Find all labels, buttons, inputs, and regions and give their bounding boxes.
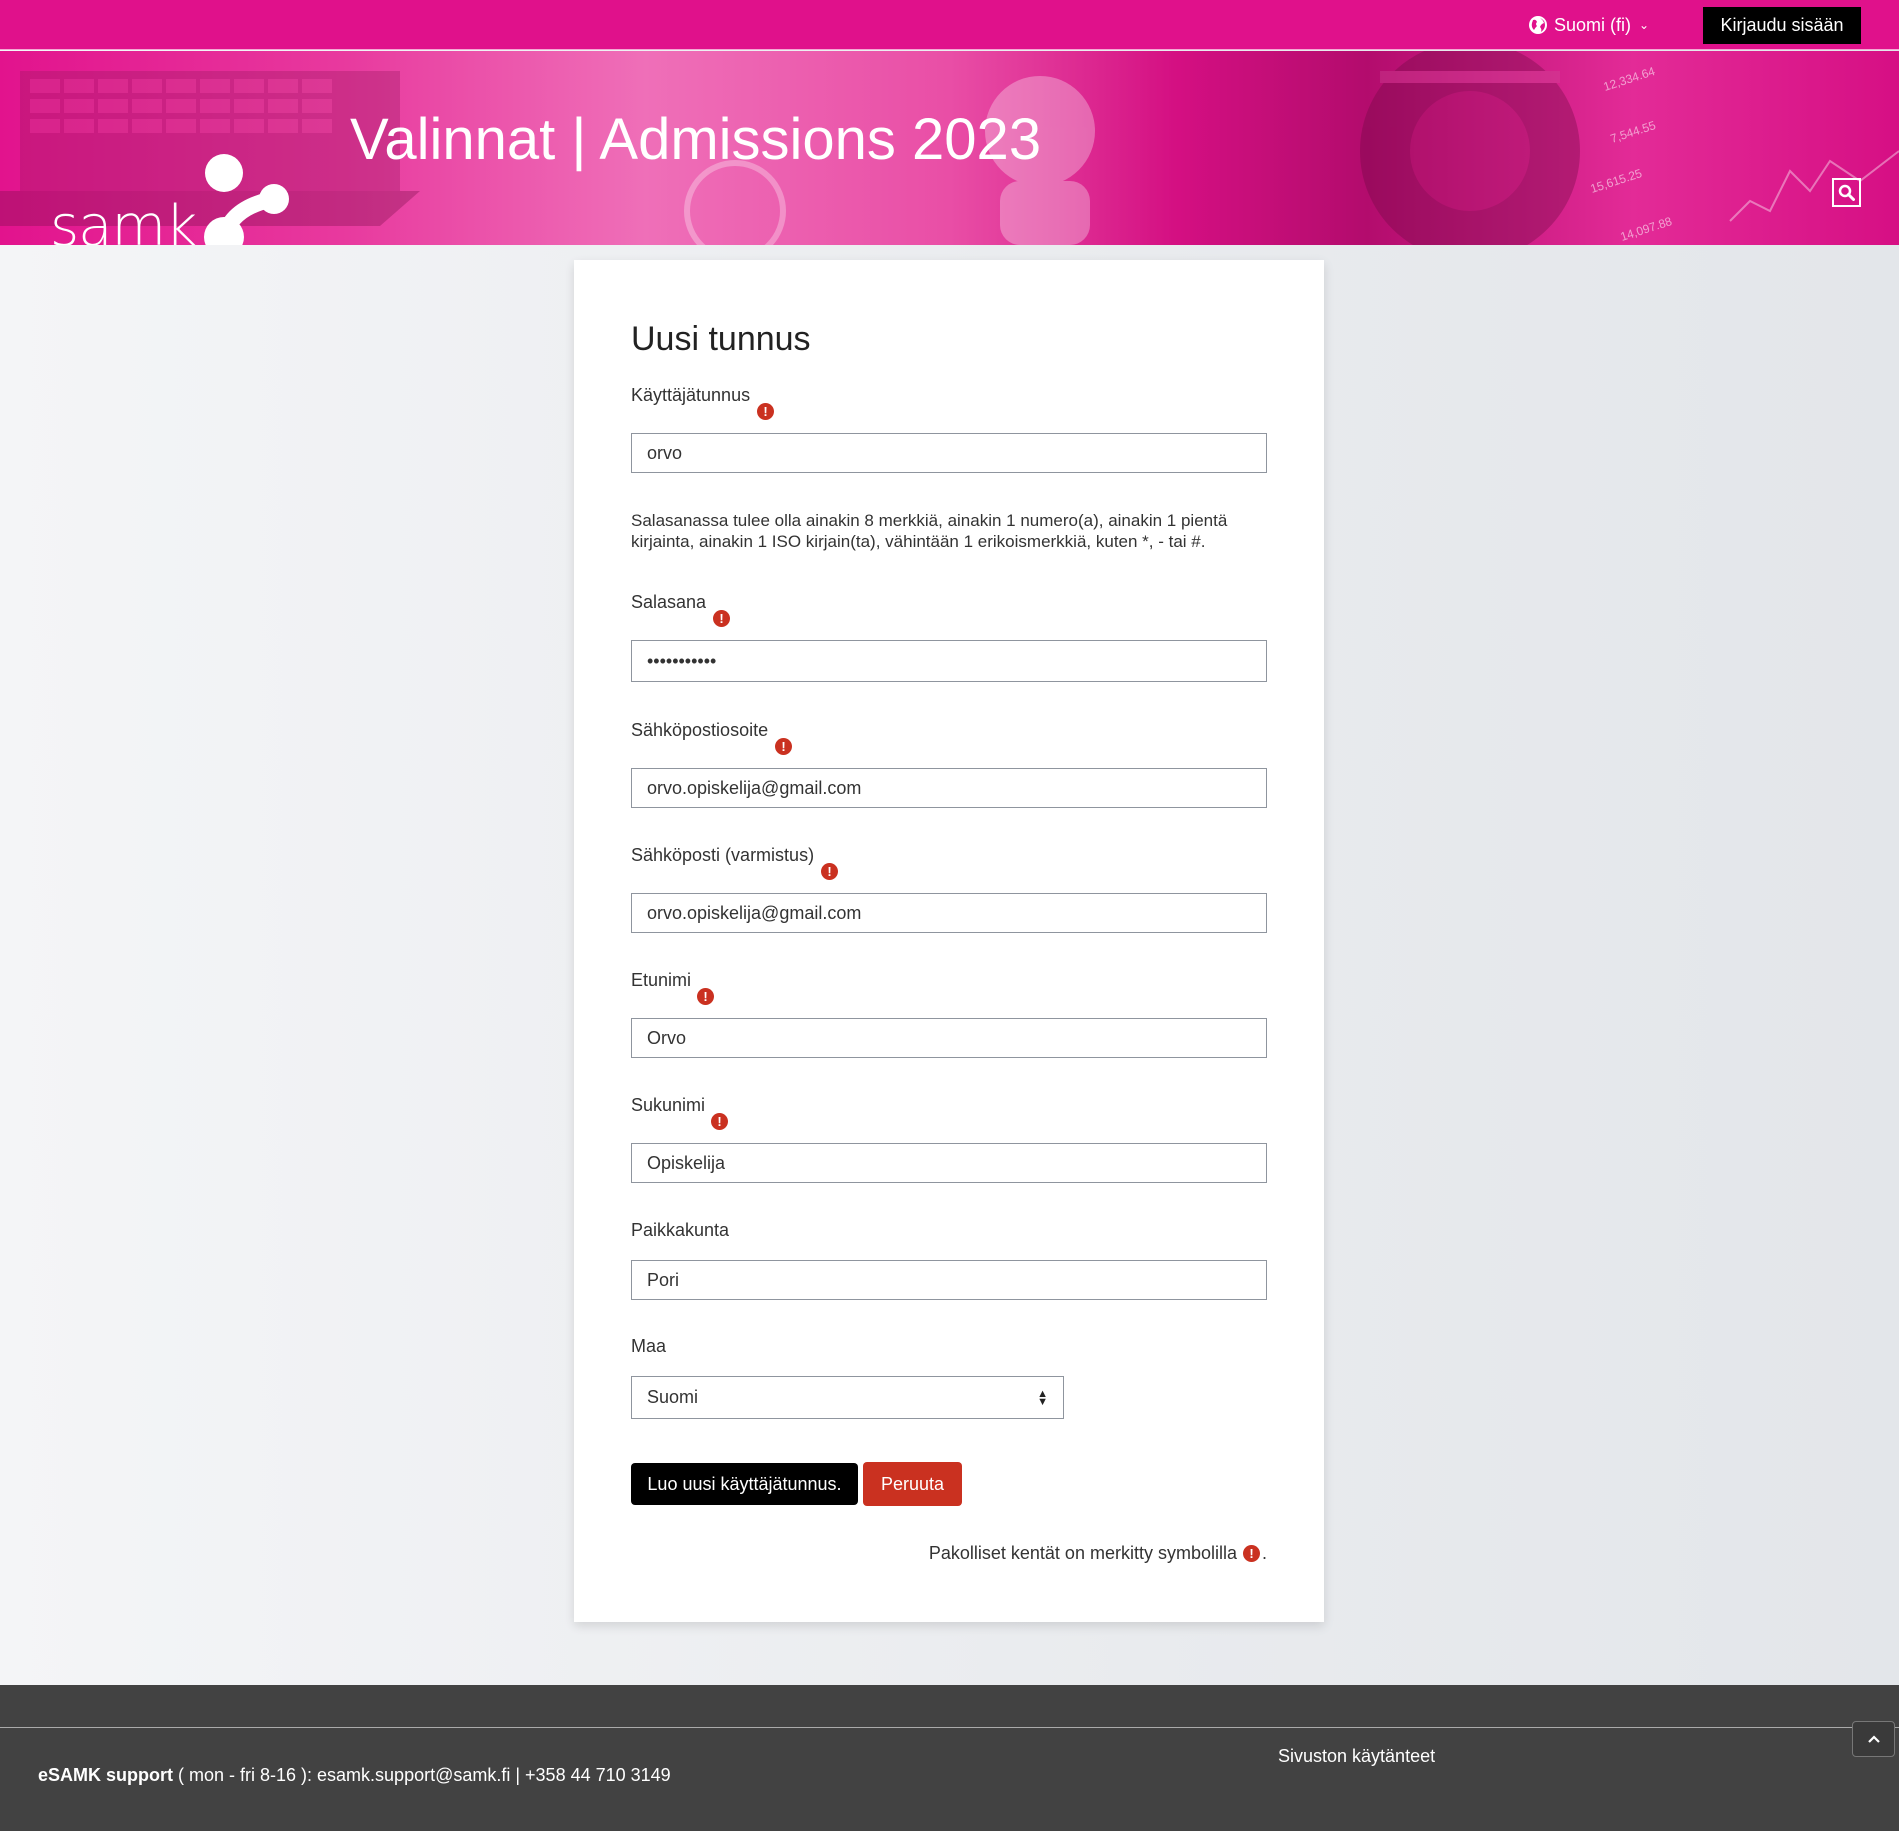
chevron-down-icon: ⌄ (1639, 18, 1650, 32)
email-label: Sähköpostiosoite (631, 720, 769, 740)
select-arrows-icon: ▲ ▼ (1037, 1387, 1048, 1408)
logo-text: samk (50, 194, 197, 246)
cancel-button[interactable]: Peruuta (863, 1462, 962, 1506)
password-input[interactable] (631, 640, 1267, 682)
city-input[interactable] (631, 1260, 1267, 1300)
email-input[interactable] (631, 768, 1267, 808)
required-fields-note: Pakolliset kentät on merkitty symbolilla… (929, 1543, 1267, 1564)
lastname-input[interactable] (631, 1143, 1267, 1183)
support-text: ( mon - fri 8-16 ): esamk.support@samk.f… (173, 1765, 671, 1785)
password-label: Salasana (631, 592, 707, 612)
globe-icon (1529, 16, 1547, 34)
email-confirm-input[interactable] (631, 893, 1267, 933)
svg-text:7,544.55: 7,544.55 (1609, 118, 1658, 146)
language-label: Suomi (fi) (1554, 14, 1632, 35)
firstname-label: Etunimi (631, 970, 692, 990)
site-title[interactable]: Valinnat | Admissions 2023 (350, 111, 1041, 169)
username-label: Käyttäjätunnus (631, 385, 751, 405)
back-to-top-button[interactable] (1852, 1721, 1895, 1757)
required-icon: ! (757, 403, 774, 420)
site-policies-link[interactable]: Sivuston käytänteet (1278, 1746, 1435, 1767)
page-title: Uusi tunnus (631, 320, 811, 358)
svg-text:14,097.88: 14,097.88 (1619, 214, 1674, 244)
samk-logo[interactable]: samk (50, 147, 292, 245)
header-banner: 12,334.64 7,544.55 15,615.25 14,097.88 s… (0, 51, 1899, 245)
password-policy-note: Salasanassa tulee olla ainakin 8 merkkiä… (631, 511, 1228, 551)
country-selected-value: Suomi (647, 1387, 699, 1407)
svg-text:15,615.25: 15,615.25 (1589, 166, 1644, 196)
create-account-button[interactable]: Luo uusi käyttäjätunnus. (631, 1463, 858, 1505)
svg-text:12,334.64: 12,334.64 (1602, 64, 1657, 94)
support-info: eSAMK support ( mon - fri 8-16 ): esamk.… (38, 1765, 671, 1786)
required-icon: ! (711, 1113, 728, 1130)
required-note-end: . (1261, 1543, 1267, 1563)
required-icon: ! (775, 738, 792, 755)
email-confirm-label: Sähköposti (varmistus) (631, 845, 815, 865)
signup-form-card: Uusi tunnus Käyttäjätunnus ! Salasanassa… (574, 260, 1324, 1622)
logo-mark-icon (204, 154, 290, 245)
language-menu[interactable]: Suomi (fi) ⌄ (1528, 13, 1649, 37)
username-input[interactable] (631, 433, 1267, 473)
firstname-input[interactable] (631, 1018, 1267, 1058)
city-label: Paikkakunta (631, 1220, 730, 1240)
chevron-up-icon (1867, 1735, 1880, 1743)
login-button[interactable]: Kirjaudu sisään (1703, 7, 1861, 44)
footer-divider (0, 1727, 1899, 1728)
country-select[interactable]: Suomi ▲ ▼ (631, 1376, 1064, 1419)
page-footer: eSAMK support ( mon - fri 8-16 ): esamk.… (0, 1685, 1899, 1831)
country-label: Maa (631, 1336, 667, 1356)
required-icon: ! (821, 863, 838, 880)
search-button[interactable] (1832, 178, 1861, 207)
search-icon (1838, 184, 1855, 201)
lastname-label: Sukunimi (631, 1095, 706, 1115)
support-title: eSAMK support (38, 1765, 173, 1785)
top-navbar: Suomi (fi) ⌄ Kirjaudu sisään (0, 0, 1899, 50)
required-icon: ! (713, 610, 730, 627)
required-note-text: Pakolliset kentät on merkitty symbolilla (928, 1543, 1237, 1563)
required-icon: ! (1242, 1545, 1260, 1562)
required-icon: ! (697, 988, 714, 1005)
